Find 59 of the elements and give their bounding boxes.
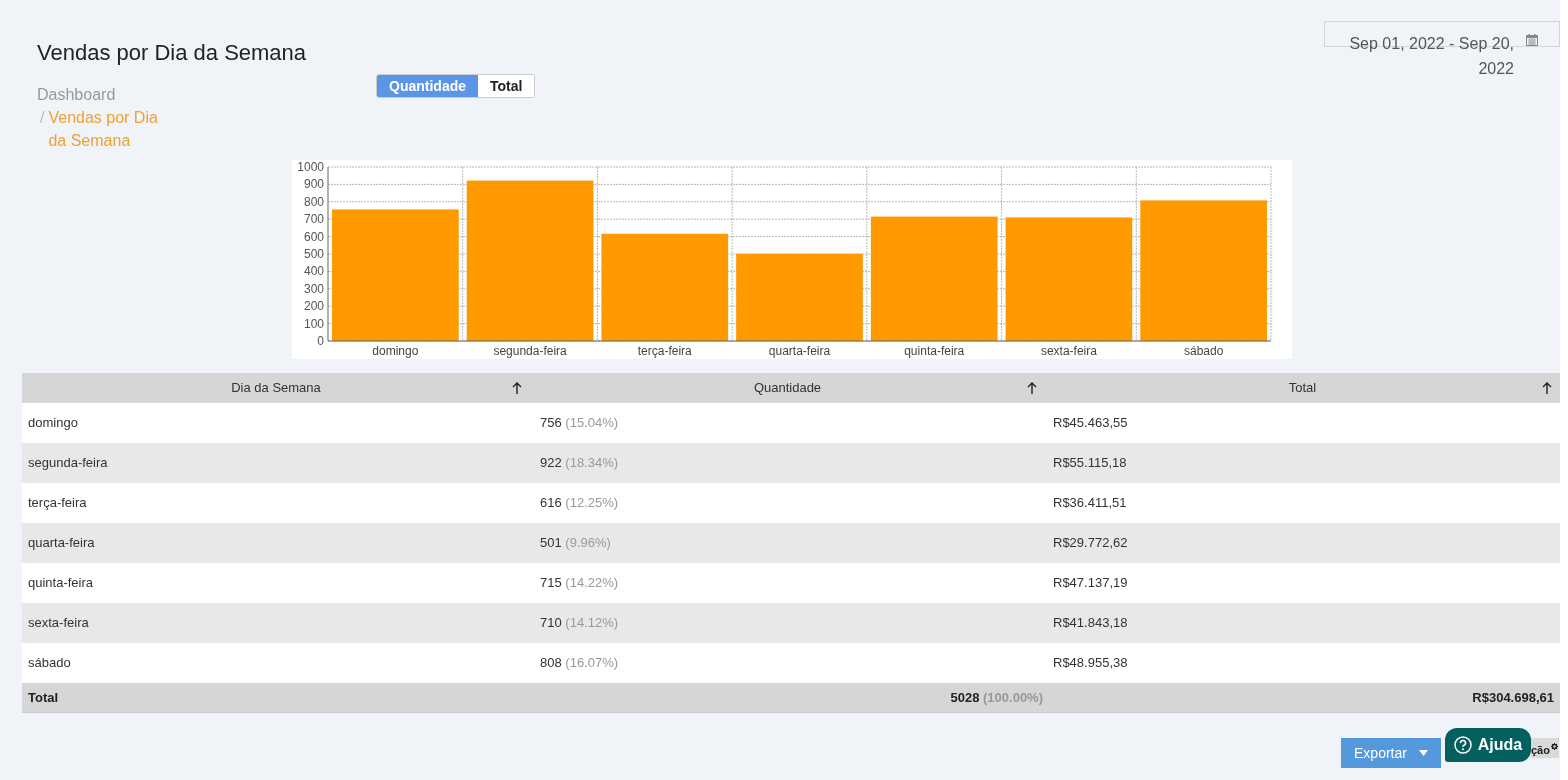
table-cell: domingo <box>28 415 78 431</box>
table-cell: Total <box>28 689 59 705</box>
toggle-tab[interactable]: Total <box>478 75 535 97</box>
table-cell: R$48.955,38 <box>1053 655 1128 671</box>
table-cell: quarta-feira <box>28 535 95 551</box>
calendar-icon <box>1526 34 1538 46</box>
column-header[interactable]: Total <box>1045 373 1560 403</box>
x-tick-label: sábado <box>1183 344 1224 358</box>
table-cell: 808 (16.07%) <box>540 655 619 671</box>
x-tick-label: segunda-feira <box>493 344 567 358</box>
x-tick-label: quarta-feira <box>768 344 831 358</box>
table-cell: R$55.115,18 <box>1053 455 1127 471</box>
x-tick-label: terça-feira <box>637 344 692 358</box>
table-cell: terça-feira <box>28 495 87 511</box>
table-cell: sábado <box>28 655 71 671</box>
y-tick-label: 600 <box>303 229 324 244</box>
date-range-value: Sep 01, 2022 - Sep 20, 2022 <box>1348 34 1514 79</box>
y-tick-label: 200 <box>303 299 324 314</box>
y-tick-label: 700 <box>303 212 324 227</box>
table-cell: segunda-feira <box>28 455 108 471</box>
y-tick-label: 0 <box>317 334 324 348</box>
sort-arrow-icon <box>1542 382 1552 394</box>
table-cell: 616 (12.25%) <box>540 495 619 511</box>
table-cell: R$29.772,62 <box>1053 535 1128 551</box>
y-tick-label: 400 <box>303 264 324 279</box>
table-cell: 756 (15.04%) <box>540 415 619 431</box>
x-tick-label: domingo <box>372 344 419 358</box>
table-cell: R$47.137,19 <box>1053 575 1128 591</box>
page-title: Vendas por Dia da Semana <box>37 39 308 67</box>
y-tick-label: 100 <box>303 316 324 331</box>
table-cell: 710 (14.12%) <box>540 615 619 631</box>
table-cell: quinta-feira <box>28 575 94 591</box>
y-tick-label: 800 <box>303 194 324 209</box>
table-cell: R$304.698,61 <box>1472 689 1554 705</box>
table-cell: 5028 (100.00%) <box>950 689 1043 705</box>
y-tick-label: 900 <box>303 177 324 192</box>
y-tick-label: 500 <box>303 247 324 261</box>
column-header[interactable]: Quantidade <box>530 373 1045 403</box>
gear-icon <box>1550 741 1558 752</box>
table-cell: 715 (14.22%) <box>540 575 619 591</box>
config-button[interactable]: ção <box>1531 738 1559 758</box>
table-cell: R$36.411,51 <box>1053 495 1127 511</box>
breadcrumb-separator: / <box>40 108 45 128</box>
table-cell: R$41.843,18 <box>1053 615 1128 631</box>
y-tick-label: 1000 <box>297 160 324 174</box>
help-icon <box>1453 736 1472 754</box>
x-tick-label: sexta-feira <box>1040 344 1097 358</box>
caret-icon <box>1418 750 1428 756</box>
table-cell: 501 (9.96%) <box>540 535 611 551</box>
y-tick-label: 300 <box>303 281 324 296</box>
x-tick-label: quinta-feira <box>904 344 965 358</box>
sort-arrow-icon <box>1027 382 1037 394</box>
table-cell: 922 (18.34%) <box>540 455 619 471</box>
column-header[interactable]: Dia da Semana <box>22 373 530 403</box>
table-cell: sexta-feira <box>28 615 89 631</box>
sort-arrow-icon <box>512 382 522 394</box>
breadcrumb-item: Vendas por Dia da Semana <box>48 108 159 151</box>
help-button[interactable]: Ajuda <box>1445 728 1531 762</box>
table-cell: R$45.463,55 <box>1053 415 1128 431</box>
